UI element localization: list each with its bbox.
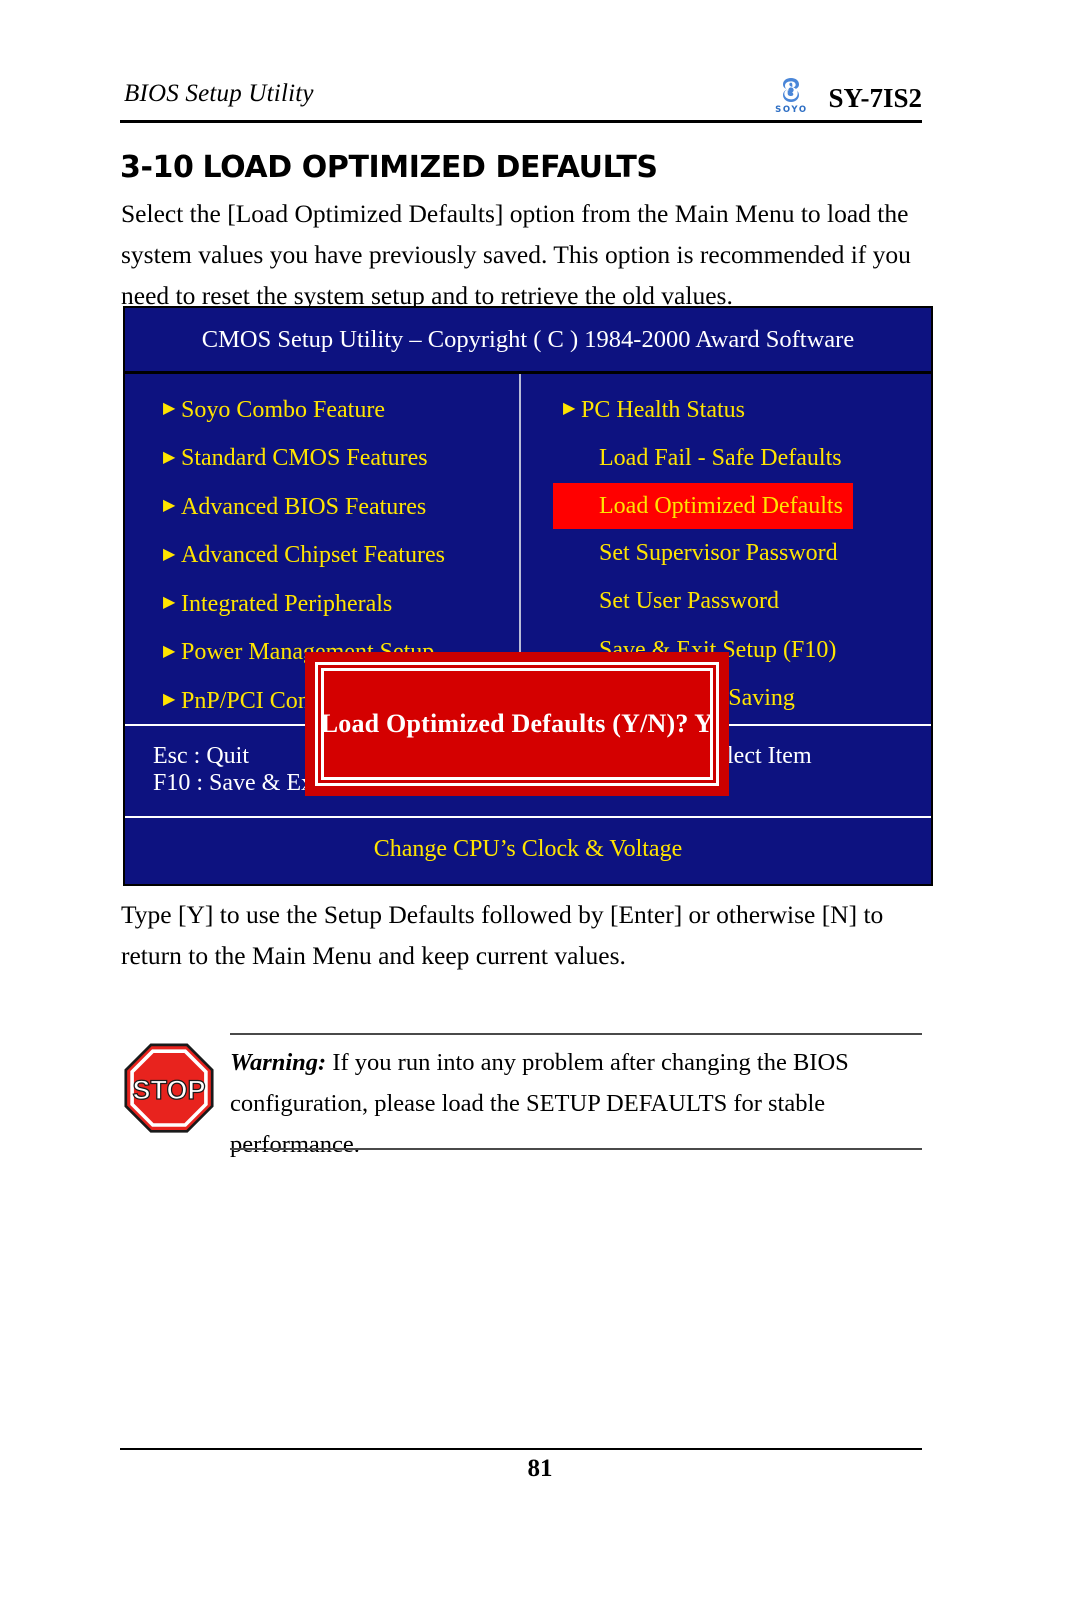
triangle-bullet-icon: ▶ <box>563 400 576 418</box>
bios-menu-item-pc-health-status[interactable]: ▶ PC Health Status <box>563 386 929 435</box>
bios-titlebar: CMOS Setup Utility – Copyright ( C ) 198… <box>125 308 931 374</box>
bios-menu-label: Advanced Chipset Features <box>181 542 445 569</box>
bios-menu-item-load-fail-safe-defaults[interactable]: Load Fail - Safe Defaults <box>563 435 929 484</box>
triangle-bullet-icon: ▶ <box>163 497 176 515</box>
footer-divider <box>120 1448 922 1450</box>
bios-menu-label: Load Fail - Safe Defaults <box>599 445 842 472</box>
soyo-clover-icon <box>783 78 800 102</box>
triangle-bullet-icon: ▶ <box>163 400 176 418</box>
triangle-bullet-icon: ▶ <box>163 545 176 563</box>
warning-text: Warning: If you run into any problem aft… <box>230 1042 924 1165</box>
bios-menu-item-standard-cmos-features[interactable]: ▶ Standard CMOS Features <box>163 435 519 484</box>
bios-setup-window: CMOS Setup Utility – Copyright ( C ) 198… <box>123 306 933 886</box>
bios-title: CMOS Setup Utility – Copyright ( C ) 198… <box>201 325 855 353</box>
warning-label: Warning: <box>230 1049 327 1076</box>
triangle-bullet-icon: ▶ <box>163 448 176 466</box>
header-brand: SOYO SY-7IS2 <box>768 76 922 120</box>
bios-menu-label: Load Optimized Defaults <box>599 492 843 519</box>
warning-bottom-divider <box>230 1148 922 1150</box>
dialog-outer-frame: Load Optimized Defaults (Y/N)? Y <box>315 662 719 786</box>
load-defaults-confirm-dialog[interactable]: Load Optimized Defaults (Y/N)? Y <box>305 652 729 796</box>
bios-menu-item-advanced-chipset-features[interactable]: ▶ Advanced Chipset Features <box>163 532 519 581</box>
dialog-inner-frame: Load Optimized Defaults (Y/N)? Y <box>321 668 713 780</box>
bios-menu-item-set-user-password[interactable]: Set User Password <box>563 578 929 627</box>
bios-footer-text: Change CPU’s Clock & Voltage <box>373 835 683 862</box>
soyo-logo: SOYO <box>768 76 814 120</box>
triangle-bullet-icon: ▶ <box>163 691 176 709</box>
header-title: BIOS Setup Utility <box>124 80 314 107</box>
outro-paragraph: Type [Y] to use the Setup Defaults follo… <box>121 900 884 970</box>
bios-menu-area: ▶ Soyo Combo Feature ▶ Standard CMOS Fea… <box>125 374 931 796</box>
svg-text:STOP: STOP <box>132 1075 205 1105</box>
page-title: 3-10 LOAD OPTIMIZED DEFAULTS <box>120 150 930 185</box>
bios-menu-item-integrated-peripherals[interactable]: ▶ Integrated Peripherals <box>163 580 519 629</box>
stop-sign-icon: STOP <box>124 1043 214 1133</box>
bios-menu-label: Standard CMOS Features <box>181 445 428 472</box>
warning-top-divider <box>230 1033 922 1035</box>
section-number: 3-10 <box>120 150 194 185</box>
header-divider <box>120 120 922 123</box>
bios-menu-item-advanced-bios-features[interactable]: ▶ Advanced BIOS Features <box>163 483 519 532</box>
document-page: BIOS Setup Utility SOYO SY-7IS2 3-10 LOA… <box>0 0 1080 1618</box>
page-number: 81 <box>527 1455 553 1482</box>
dialog-prompt-text: Load Optimized Defaults (Y/N)? Y <box>320 709 714 738</box>
header-model: SY-7IS2 <box>828 82 922 113</box>
bios-menu-item-load-optimized-defaults[interactable]: Load Optimized Defaults <box>553 483 853 529</box>
bios-menu-label: Set Supervisor Password <box>599 539 838 566</box>
bios-menu-label: Soyo Combo Feature <box>181 396 385 423</box>
bios-menu-item-set-supervisor-password[interactable]: Set Supervisor Password <box>563 529 929 578</box>
bios-menu-label: Set User Password <box>599 588 779 615</box>
section-heading-text: LOAD OPTIMIZED DEFAULTS <box>202 150 658 185</box>
bios-menu-label: Integrated Peripherals <box>181 590 393 617</box>
bios-footer-bar: Change CPU’s Clock & Voltage <box>125 818 931 880</box>
intro-paragraph: Select the [Load Optimized Defaults] opt… <box>121 199 911 310</box>
bios-menu-item-soyo-combo-feature[interactable]: ▶ Soyo Combo Feature <box>163 386 519 435</box>
bios-menu-label: PC Health Status <box>581 396 746 423</box>
triangle-bullet-icon: ▶ <box>163 642 176 660</box>
bios-menu-label: Advanced BIOS Features <box>181 493 427 520</box>
soyo-wordmark: SOYO <box>775 105 808 115</box>
triangle-bullet-icon: ▶ <box>163 594 176 612</box>
running-header: BIOS Setup Utility SOYO SY-7IS2 <box>120 78 922 122</box>
